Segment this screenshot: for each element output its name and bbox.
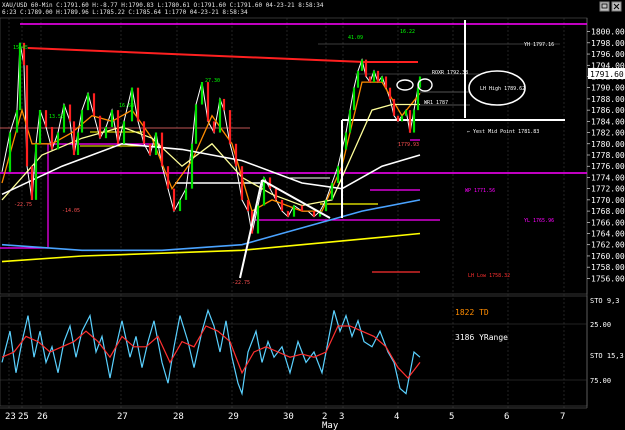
series-ema-fast [1,81,421,213]
label-yhigh: YH 1797.16 [524,42,554,48]
restore-icon[interactable] [599,1,610,12]
osc-tick-label: 25.00 [590,321,611,329]
x-tick-label: 4 [394,412,399,422]
osc-td-label: 1822 TD [455,308,489,317]
y-tick-label: 1796.00 [591,50,625,59]
label-peak-e: 41.09 [348,35,363,41]
y-tick-label: 1756.00 [591,274,625,283]
header-line-1: XAU/USD 60-Min C:1791.60 H:-8.77 H:1790.… [2,2,324,9]
x-tick-label: 3 [339,412,344,422]
y-tick-label: 1762.00 [591,241,625,250]
oscillator-series [1,308,421,396]
y-tick-label: 1758.00 [591,263,625,272]
label-peak-f: 16.22 [400,29,415,35]
label-wr1: WR1 1787 [424,100,448,106]
label-peak-a: 15.45 [13,45,28,51]
osc-tick-label: STO 9,3 [590,297,620,305]
oscillator-y-axis: STO 9,3 25.00 STO 15,3 75.00 [590,297,624,385]
label-yl: YL 1765.96 [524,218,554,224]
series-sto-red [1,325,421,379]
price-tag: 1791.60 [588,68,625,79]
osc-tick-label: 75.00 [590,377,611,385]
label-peak-b: 13.50 [49,114,64,120]
label-peak-c: 16.68 [119,103,134,109]
label-wp: WP 1771.56 [465,188,495,194]
y-tick-label: 1798.00 [591,39,625,48]
label-low-c: -22.75 [14,202,32,208]
header-line-2: 6:23 C:1789.00 H:1789.96 L:1785.22 C:178… [2,9,248,16]
label-lh-high: LH High 1789.62 [480,86,525,92]
y-tick-label: 1782.00 [591,129,625,138]
label-mid: ← Yest Mid Point 1781.83 [467,129,539,135]
x-tick-label: 27 [117,412,128,422]
x-tick-label: 23 [5,412,16,422]
label-low-b: -22.75 [232,280,250,286]
day-separators [8,18,565,408]
y-tick-label: 1800.00 [591,28,625,37]
red-descending-line [27,47,365,63]
price-y-axis: 1800.001798.001796.001794.001792.001790.… [587,28,625,283]
label-lh-low: LH Low 1758.32 [468,273,510,279]
oscillator-panel-border [0,295,588,407]
y-tick-label: 1774.00 [591,173,625,182]
x-tick-label: 7 [560,412,565,422]
month-label: May [322,421,339,430]
label-roxr: ROXR 1792.38 [432,70,468,76]
chart-canvas: XAU/USD 60-Min C:1791.60 H:-8.77 H:1790.… [0,0,625,430]
osc-tick-label: STO 15,3 [590,352,624,360]
x-tick-label: 6 [504,412,509,422]
y-tick-label: 1788.00 [591,95,625,104]
y-tick-label: 1764.00 [591,230,625,239]
y-tick-label: 1760.00 [591,252,625,261]
series-ma-slow [1,142,421,196]
x-axis: 23 25 26 27 28 29 30 2 3 4 5 6 7 [5,412,565,422]
y-tick-label: 1768.00 [591,207,625,216]
level-labels: YH 1797.16 ROXR 1792.38 LH High 1789.62 … [13,29,554,286]
level-lines [0,23,587,273]
label-val1: 1779.93 [398,142,419,148]
x-tick-label: 26 [37,412,48,422]
y-tick-label: 1784.00 [591,117,625,126]
series-sto-blue [1,308,421,396]
x-tick-label: 5 [449,412,454,422]
label-peak-d: 27.30 [205,78,220,84]
y-tick-label: 1780.00 [591,140,625,149]
y-tick-label: 1766.00 [591,218,625,227]
price-tag-value: 1791.60 [590,70,624,79]
y-tick-label: 1786.00 [591,106,625,115]
x-tick-label: 25 [18,412,29,422]
y-tick-label: 1772.00 [591,185,625,194]
y-tick-label: 1778.00 [591,151,625,160]
x-tick-label: 30 [283,412,294,422]
close-icon[interactable] [611,1,622,12]
x-tick-label: 29 [228,412,239,422]
osc-yrange-label: 3186 YRange [455,333,508,342]
y-tick-label: 1790.00 [591,84,625,93]
y-tick-label: 1770.00 [591,196,625,205]
y-tick-label: 1776.00 [591,162,625,171]
price-series [1,42,422,263]
x-tick-label: 28 [173,412,184,422]
label-low-a: -14.05 [62,208,80,214]
